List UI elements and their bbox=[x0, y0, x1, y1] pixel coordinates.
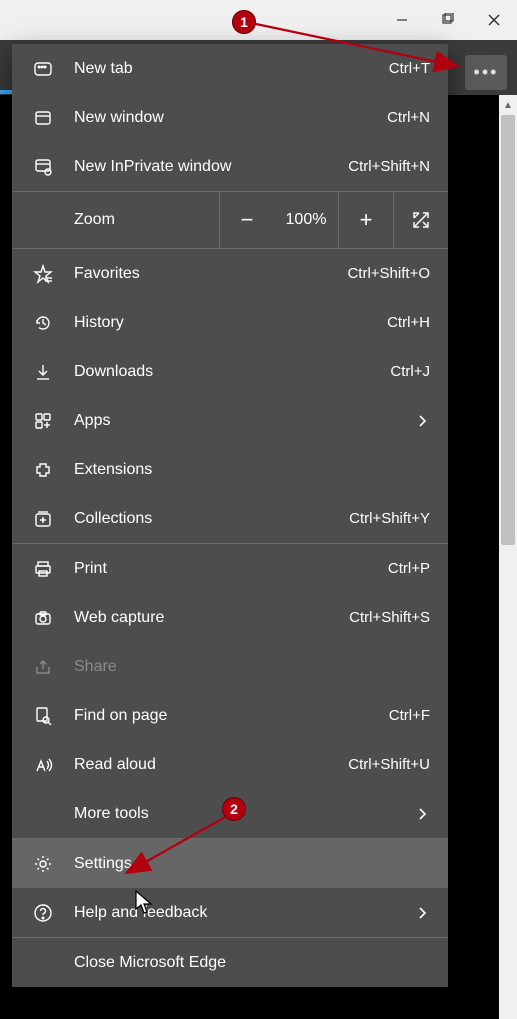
annotation-badge-1: 1 bbox=[232, 10, 256, 34]
fullscreen-button[interactable] bbox=[393, 192, 448, 248]
menu-shortcut: Ctrl+T bbox=[389, 60, 430, 77]
maximize-button[interactable] bbox=[425, 0, 471, 40]
menu-label: New tab bbox=[74, 60, 379, 78]
plus-icon: + bbox=[360, 207, 373, 233]
menu-label: Favorites bbox=[74, 265, 337, 283]
favorites-icon bbox=[32, 263, 54, 285]
menu-label: New window bbox=[74, 109, 377, 127]
zoom-out-button[interactable]: − bbox=[219, 192, 274, 248]
menu-item-collections[interactable]: Collections Ctrl+Shift+Y bbox=[12, 494, 448, 543]
new-tab-icon bbox=[32, 58, 54, 80]
menu-item-new-window[interactable]: New window Ctrl+N bbox=[12, 93, 448, 142]
settings-and-more-button[interactable]: ••• bbox=[465, 55, 507, 90]
menu-item-zoom: Zoom − 100% + bbox=[12, 192, 448, 249]
menu-shortcut: Ctrl+F bbox=[389, 707, 430, 724]
menu-item-new-tab[interactable]: New tab Ctrl+T bbox=[12, 44, 448, 93]
collections-icon bbox=[32, 508, 54, 530]
window-controls bbox=[379, 0, 517, 40]
menu-label: Read aloud bbox=[74, 756, 338, 774]
menu-label: Downloads bbox=[74, 363, 380, 381]
menu-item-web-capture[interactable]: Web capture Ctrl+Shift+S bbox=[12, 593, 448, 642]
menu-shortcut: Ctrl+P bbox=[388, 560, 430, 577]
menu-item-downloads[interactable]: Downloads Ctrl+J bbox=[12, 347, 448, 396]
zoom-value: 100% bbox=[274, 211, 338, 229]
menu-shortcut: Ctrl+H bbox=[387, 314, 430, 331]
scrollbar-track[interactable]: ▲ bbox=[499, 95, 517, 1019]
downloads-icon bbox=[32, 361, 54, 383]
menu-label: Collections bbox=[74, 510, 339, 528]
menu-item-history[interactable]: History Ctrl+H bbox=[12, 298, 448, 347]
menu-shortcut: Ctrl+Shift+U bbox=[348, 756, 430, 773]
menu-item-share: Share bbox=[12, 642, 448, 691]
zoom-in-button[interactable]: + bbox=[338, 192, 393, 248]
minimize-button[interactable] bbox=[379, 0, 425, 40]
web-capture-icon bbox=[32, 607, 54, 629]
menu-label: Share bbox=[74, 658, 430, 676]
inprivate-icon bbox=[32, 156, 54, 178]
annotation-badge-2: 2 bbox=[222, 797, 246, 821]
menu-shortcut: Ctrl+Shift+S bbox=[349, 609, 430, 626]
blank-icon bbox=[32, 803, 54, 825]
cursor-icon bbox=[134, 889, 154, 915]
menu-item-settings[interactable]: Settings bbox=[12, 839, 448, 888]
menu-item-find[interactable]: Find on page Ctrl+F bbox=[12, 691, 448, 740]
menu-label: Extensions bbox=[74, 461, 430, 479]
menu-label: Find on page bbox=[74, 707, 379, 725]
settings-icon bbox=[32, 853, 54, 875]
find-icon bbox=[32, 705, 54, 727]
menu-label: Help and feedback bbox=[74, 904, 414, 922]
menu-item-help[interactable]: Help and feedback bbox=[12, 888, 448, 937]
close-window-button[interactable] bbox=[471, 0, 517, 40]
scrollbar-up-button[interactable]: ▲ bbox=[499, 95, 517, 115]
menu-item-new-inprivate[interactable]: New InPrivate window Ctrl+Shift+N bbox=[12, 142, 448, 191]
menu-item-read-aloud[interactable]: Read aloud Ctrl+Shift+U bbox=[12, 740, 448, 789]
menu-shortcut: Ctrl+J bbox=[390, 363, 430, 380]
new-window-icon bbox=[32, 107, 54, 129]
menu-item-extensions[interactable]: Extensions bbox=[12, 445, 448, 494]
blank-icon bbox=[32, 952, 54, 974]
menu-item-close-edge[interactable]: Close Microsoft Edge bbox=[12, 938, 448, 987]
active-tab-indicator bbox=[0, 90, 12, 94]
ellipsis-icon: ••• bbox=[474, 62, 499, 83]
menu-label: Web capture bbox=[74, 609, 339, 627]
scrollbar-thumb[interactable] bbox=[501, 115, 515, 545]
share-icon bbox=[32, 656, 54, 678]
menu-shortcut: Ctrl+Shift+N bbox=[348, 158, 430, 175]
menu-label: Settings bbox=[74, 855, 430, 873]
extensions-icon bbox=[32, 459, 54, 481]
history-icon bbox=[32, 312, 54, 334]
menu-label: History bbox=[74, 314, 377, 332]
read-aloud-icon bbox=[32, 754, 54, 776]
menu-shortcut: Ctrl+Shift+O bbox=[347, 265, 430, 282]
help-icon bbox=[32, 902, 54, 924]
chevron-right-icon bbox=[414, 906, 430, 920]
chevron-right-icon bbox=[414, 807, 430, 821]
menu-shortcut: Ctrl+Shift+Y bbox=[349, 510, 430, 527]
print-icon bbox=[32, 558, 54, 580]
menu-label: Print bbox=[74, 560, 378, 578]
menu-item-apps[interactable]: Apps bbox=[12, 396, 448, 445]
menu-label: New InPrivate window bbox=[74, 158, 338, 176]
minus-icon: − bbox=[241, 207, 254, 233]
menu-label: Apps bbox=[74, 412, 414, 430]
menu-item-favorites[interactable]: Favorites Ctrl+Shift+O bbox=[12, 249, 448, 298]
chevron-right-icon bbox=[414, 414, 430, 428]
apps-icon bbox=[32, 410, 54, 432]
menu-shortcut: Ctrl+N bbox=[387, 109, 430, 126]
zoom-label: Zoom bbox=[12, 211, 219, 229]
menu-label: Close Microsoft Edge bbox=[74, 954, 430, 972]
menu-item-print[interactable]: Print Ctrl+P bbox=[12, 544, 448, 593]
settings-and-more-menu: New tab Ctrl+T New window Ctrl+N New InP… bbox=[12, 44, 448, 987]
